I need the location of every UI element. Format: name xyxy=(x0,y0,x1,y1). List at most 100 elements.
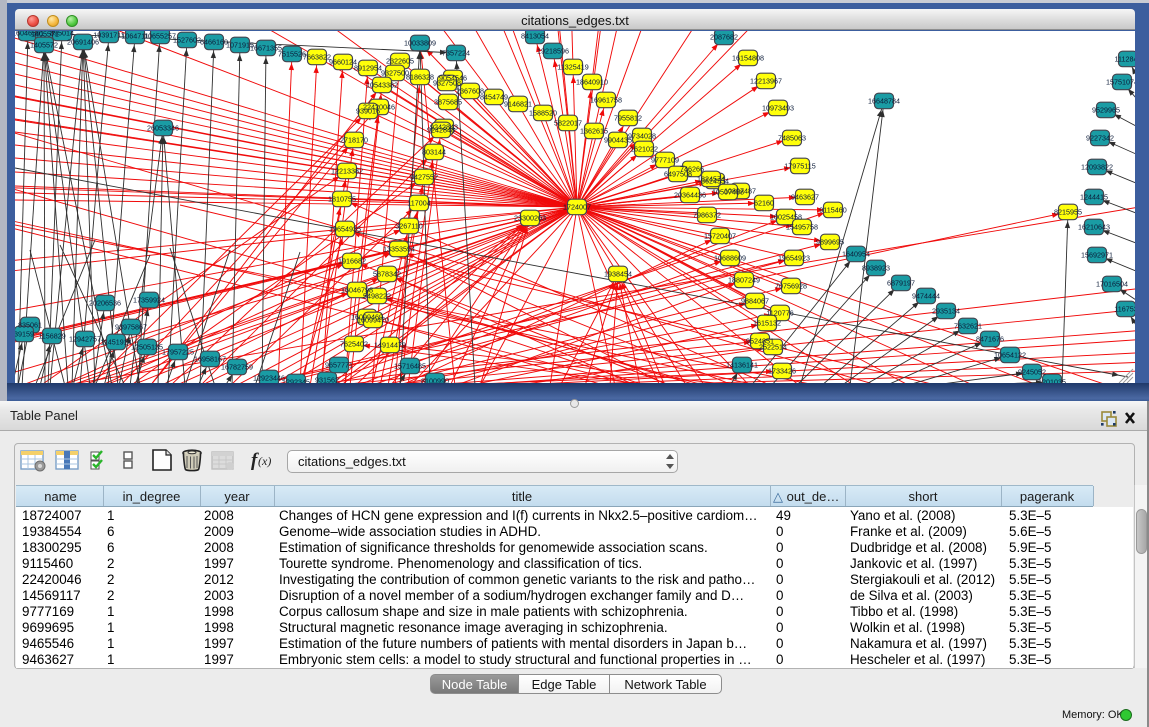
svg-text:1938454: 1938454 xyxy=(604,270,632,279)
svg-text:1916682: 1916682 xyxy=(338,257,366,266)
svg-text:10655257: 10655257 xyxy=(144,32,176,41)
svg-text:16961758: 16961758 xyxy=(590,96,622,105)
svg-text:20364436: 20364436 xyxy=(674,191,706,200)
svg-text:15495758: 15495758 xyxy=(786,223,818,232)
svg-text:15720407: 15720407 xyxy=(704,232,736,241)
svg-text:18640910: 18640910 xyxy=(576,78,608,87)
svg-text:5498222: 5498222 xyxy=(363,292,391,301)
svg-text:2087682: 2087682 xyxy=(710,33,738,42)
svg-text:2935134: 2935134 xyxy=(932,307,960,316)
svg-text:9777109: 9777109 xyxy=(651,156,679,165)
svg-text:8938923: 8938923 xyxy=(862,264,890,273)
svg-text:931562: 931562 xyxy=(315,376,339,383)
svg-text:16210643: 16210643 xyxy=(1078,223,1110,232)
svg-text:16648784: 16648784 xyxy=(868,97,900,106)
svg-text:16782759: 16782759 xyxy=(221,363,253,372)
svg-text:116753: 116753 xyxy=(1114,305,1135,314)
svg-text:1120776: 1120776 xyxy=(766,309,793,318)
svg-text:14914479: 14914479 xyxy=(374,341,406,350)
svg-text:939016: 939016 xyxy=(356,107,380,116)
svg-text:9242848: 9242848 xyxy=(427,126,455,135)
svg-text:19654923: 19654923 xyxy=(778,254,810,263)
svg-text:1733426: 1733426 xyxy=(768,367,796,376)
svg-text:7663822: 7663822 xyxy=(303,53,331,62)
svg-text:8186328: 8186328 xyxy=(406,73,434,82)
svg-text:9227342: 9227342 xyxy=(1086,134,1114,143)
svg-text:6879197: 6879197 xyxy=(887,279,915,288)
svg-text:12213382: 12213382 xyxy=(331,167,363,176)
svg-text:10033809: 10033809 xyxy=(404,39,436,48)
svg-text:11451914: 11451914 xyxy=(100,338,131,347)
svg-text:8912954: 8912954 xyxy=(354,64,382,73)
svg-text:8413054: 8413054 xyxy=(521,32,549,41)
svg-text:12213967: 12213967 xyxy=(750,77,782,86)
svg-text:11325419: 11325419 xyxy=(557,63,588,72)
svg-text:16154808: 16154808 xyxy=(732,54,764,63)
svg-text:16099470: 16099470 xyxy=(357,316,389,325)
svg-text:12093822: 12093822 xyxy=(1081,163,1113,172)
svg-text:7632621: 7632621 xyxy=(954,322,982,331)
svg-text:12942757: 12942757 xyxy=(69,335,101,344)
svg-text:7357224: 7357224 xyxy=(442,49,470,58)
svg-text:6466160: 6466160 xyxy=(200,38,228,47)
svg-text:9529965: 9529965 xyxy=(1092,106,1120,115)
svg-text:1810755: 1810755 xyxy=(328,195,356,204)
svg-text:1527602: 1527602 xyxy=(173,36,201,45)
svg-text:6497508: 6497508 xyxy=(664,170,692,179)
svg-text:5878342: 5878342 xyxy=(373,270,401,279)
svg-text:2322605: 2322605 xyxy=(386,57,414,66)
svg-text:14136141: 14136141 xyxy=(726,361,758,370)
svg-text:15716485: 15716485 xyxy=(394,362,426,371)
svg-text:12505135: 12505135 xyxy=(131,343,163,352)
svg-text:20206536: 20206536 xyxy=(89,299,121,308)
svg-text:9427552: 9427552 xyxy=(410,173,438,182)
svg-text:803144: 803144 xyxy=(422,148,446,157)
svg-text:7485063: 7485063 xyxy=(778,134,806,143)
svg-text:117004: 117004 xyxy=(407,199,430,208)
svg-text:835061: 835061 xyxy=(18,321,42,330)
svg-text:19218596: 19218596 xyxy=(537,47,569,56)
svg-text:9146821: 9146821 xyxy=(504,100,532,109)
svg-text:1824574: 1824574 xyxy=(697,175,725,184)
svg-text:15751074: 15751074 xyxy=(1106,78,1135,87)
svg-text:39159: 39159 xyxy=(15,330,34,339)
svg-text:10543382: 10543382 xyxy=(366,81,398,90)
svg-text:13353594: 13353594 xyxy=(383,245,415,254)
svg-text:10507488: 10507488 xyxy=(712,188,744,197)
svg-text:9734028: 9734028 xyxy=(628,132,656,141)
svg-text:17016504: 17016504 xyxy=(1096,280,1128,289)
svg-text:17957225: 17957225 xyxy=(162,348,194,357)
svg-text:9327500: 9327500 xyxy=(381,69,409,78)
svg-text:18807249: 18807249 xyxy=(728,276,760,285)
svg-text:2718170: 2718170 xyxy=(340,136,368,145)
svg-text:7515526: 7515526 xyxy=(278,50,306,59)
svg-text:10025458: 10025458 xyxy=(770,213,802,222)
svg-text:9115460: 9115460 xyxy=(819,206,846,215)
svg-text:93975867: 93975867 xyxy=(115,323,147,332)
svg-text:19391711: 19391711 xyxy=(93,31,124,40)
svg-text:62160: 62160 xyxy=(754,199,774,208)
svg-text:8215955: 8215955 xyxy=(1054,208,1082,217)
svg-text:1405572: 1405572 xyxy=(30,41,58,50)
svg-text:23300203: 23300203 xyxy=(514,214,546,223)
svg-text:1640954: 1640954 xyxy=(842,250,870,259)
svg-text:(x): (x) xyxy=(258,454,271,468)
svg-text:1621022: 1621022 xyxy=(630,145,658,154)
svg-text:10654122: 10654122 xyxy=(994,351,1026,360)
svg-text:15692971: 15692971 xyxy=(1081,251,1113,260)
svg-text:1156829: 1156829 xyxy=(38,332,65,341)
svg-text:1615132: 1615132 xyxy=(753,319,781,328)
svg-text:70756928: 70756928 xyxy=(775,282,807,291)
svg-text:2522514: 2522514 xyxy=(759,343,787,352)
svg-text:12923446: 12923446 xyxy=(253,374,285,383)
svg-text:10688609: 10688609 xyxy=(714,254,746,263)
svg-text:9884067: 9884067 xyxy=(741,297,769,306)
svg-text:10973493: 10973493 xyxy=(762,104,794,113)
svg-text:7625402: 7625402 xyxy=(340,340,368,349)
svg-text:9474444: 9474444 xyxy=(912,292,940,301)
svg-text:17975115: 17975115 xyxy=(784,162,815,171)
svg-text:19654935: 19654935 xyxy=(329,225,361,234)
svg-text:1724007: 1724007 xyxy=(563,203,591,212)
svg-text:9660124: 9660124 xyxy=(329,58,357,67)
svg-text:26053346: 26053346 xyxy=(147,124,179,133)
